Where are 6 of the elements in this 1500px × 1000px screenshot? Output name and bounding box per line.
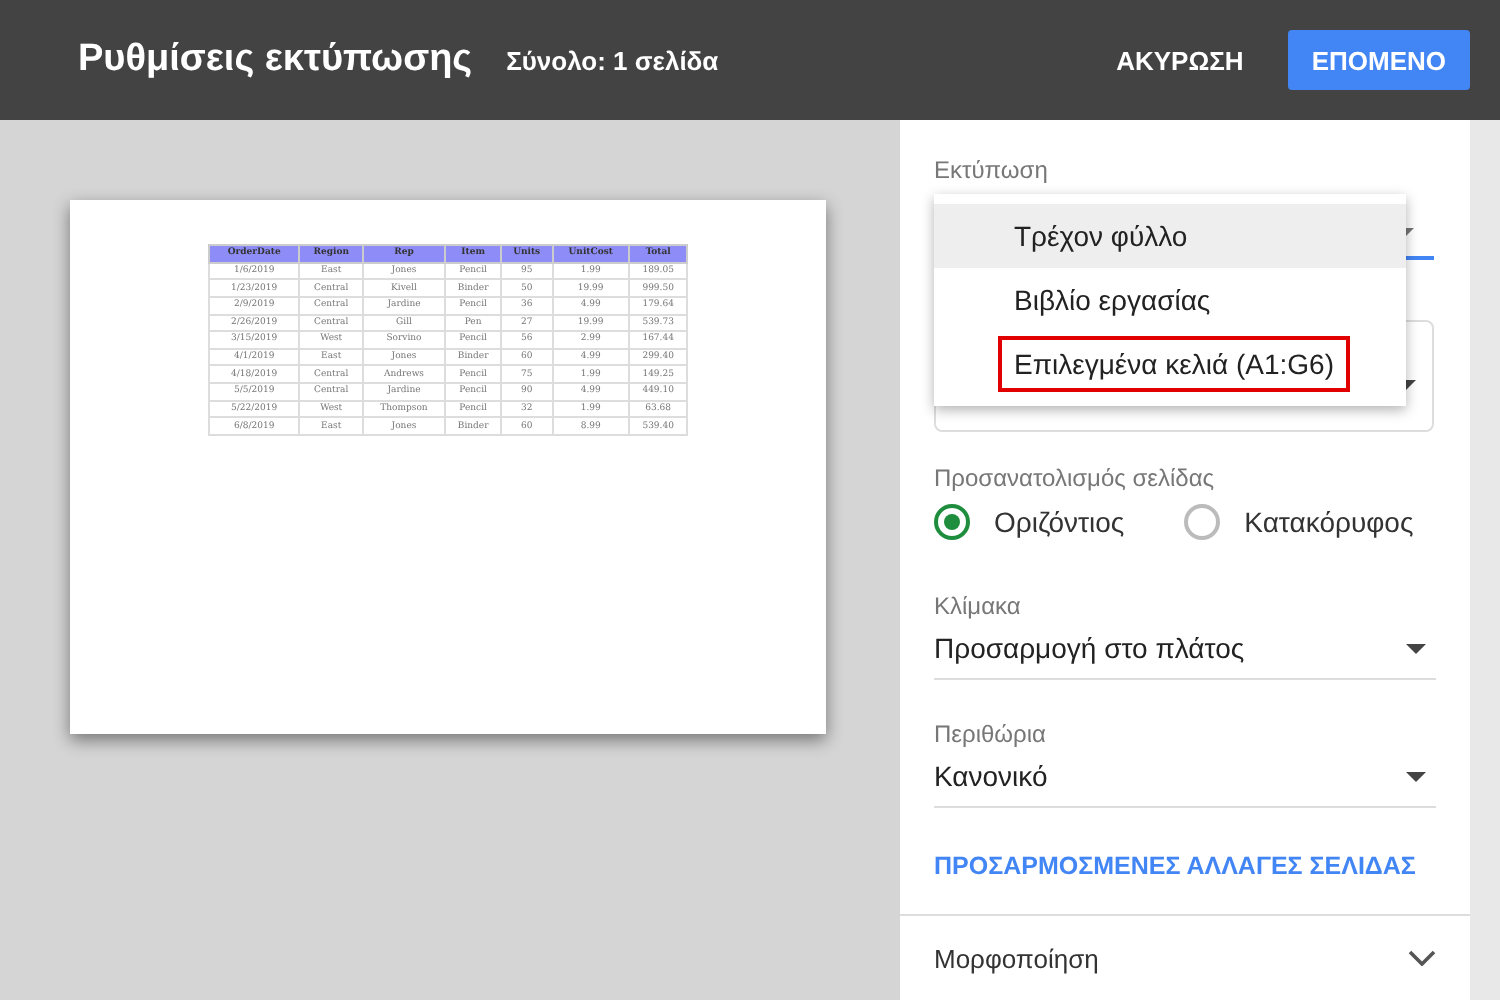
field-label: Εκτύπωση [934, 156, 1048, 184]
page-count: Σύνολο: 1 σελίδα [506, 45, 719, 75]
field-label: Προσανατολισμός σελίδας [934, 464, 1217, 492]
window-title: Ρυθμίσεις εκτύπωσης [78, 38, 473, 82]
field-label: Περιθώρια [934, 720, 1048, 748]
field-label: Κλίμακα [934, 592, 1023, 620]
